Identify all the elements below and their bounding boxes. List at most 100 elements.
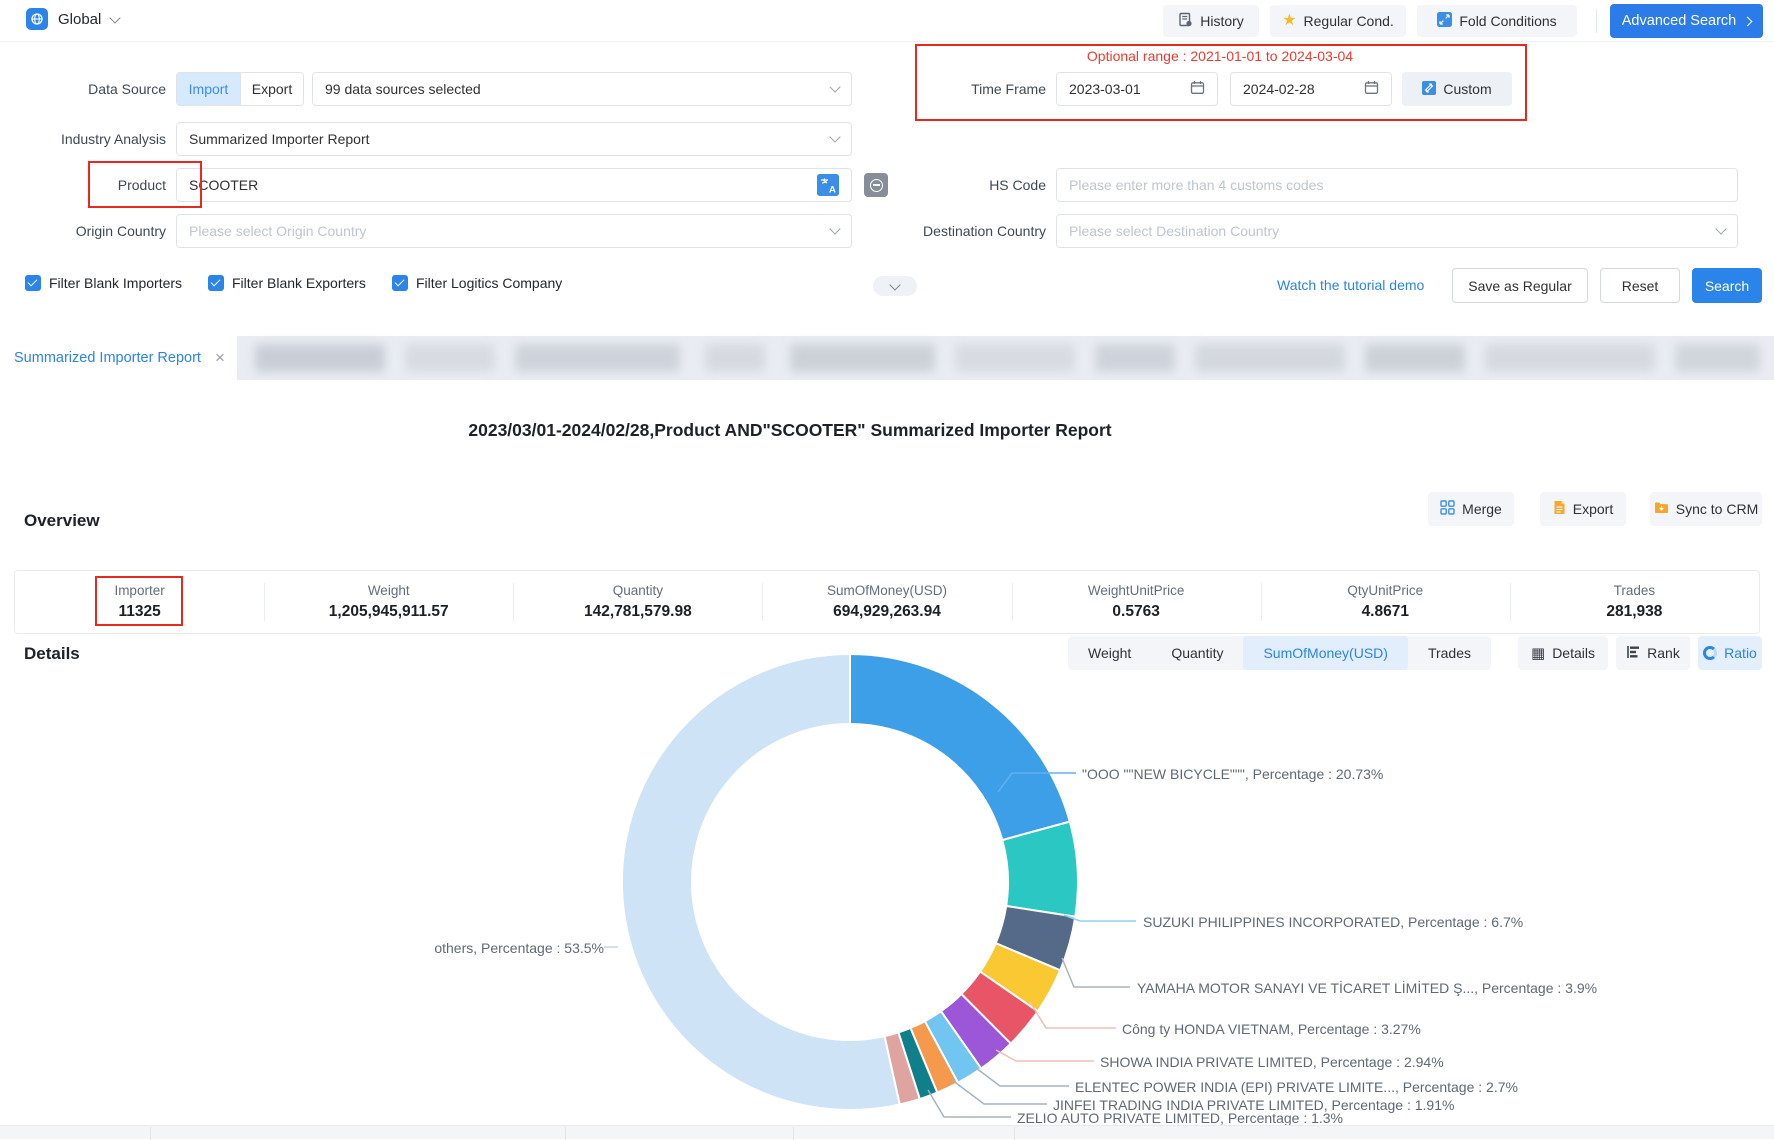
product-label: Product xyxy=(26,168,166,202)
data-sources-value: 99 data sources selected xyxy=(325,81,481,97)
filter-blank-importers-checkbox[interactable]: Filter Blank Importers xyxy=(25,275,182,291)
industry-analysis-label: Industry Analysis xyxy=(26,122,166,156)
optional-range-text: Optional range : 2021-01-01 to 2024-03-0… xyxy=(940,48,1500,64)
destination-country-label: Destination Country xyxy=(886,214,1046,248)
data-source-toggle: Import Export xyxy=(176,72,304,106)
overview-heading: Overview xyxy=(24,511,100,531)
checkbox-checked-icon xyxy=(25,275,41,291)
stat-trades: Trades281,938 xyxy=(1510,571,1759,633)
merge-icon xyxy=(1440,500,1455,518)
tab-import[interactable]: Import xyxy=(177,73,240,105)
stat-importer: Importer11325 xyxy=(15,571,264,633)
date-from-input[interactable] xyxy=(1069,81,1190,97)
app-root: Global History ★ Regular Cond. Fold Cond… xyxy=(0,0,1774,1139)
table-column-divider xyxy=(793,1127,794,1140)
calendar-icon[interactable] xyxy=(1364,80,1379,98)
custom-label: Custom xyxy=(1443,81,1491,97)
data-sources-select[interactable]: 99 data sources selected xyxy=(312,72,852,106)
overview-stats-card: Importer11325 Weight1,205,945,911.57 Qua… xyxy=(14,570,1760,634)
stat-label: Weight xyxy=(368,583,410,598)
pie-slice-0[interactable] xyxy=(850,654,1070,840)
chevron-down-icon xyxy=(110,12,121,23)
export-button[interactable]: Export xyxy=(1540,492,1626,526)
search-button[interactable]: Search xyxy=(1692,268,1762,303)
stat-value: 0.5763 xyxy=(1112,603,1159,621)
destination-country-select[interactable]: Please select Destination Country xyxy=(1056,214,1738,248)
sync-to-crm-button[interactable]: Sync to CRM xyxy=(1650,492,1762,526)
report-title: 2023/03/01-2024/02/28,Product AND"SCOOTE… xyxy=(0,420,1580,441)
filter-blank-exporters-checkbox[interactable]: Filter Blank Exporters xyxy=(208,275,366,291)
chart-label: SUZUKI PHILIPPINES INCORPORATED, Percent… xyxy=(1143,914,1523,930)
censored-content xyxy=(1365,344,1465,372)
destination-country-placeholder: Please select Destination Country xyxy=(1069,223,1279,239)
translate-icon[interactable]: A xyxy=(817,174,839,196)
region-label: Global xyxy=(58,11,101,28)
collapse-form-button[interactable] xyxy=(873,276,917,296)
chevron-right-icon xyxy=(1743,16,1753,26)
calendar-icon[interactable] xyxy=(1190,80,1205,98)
chart-label: SHOWA INDIA PRIVATE LIMITED, Percentage … xyxy=(1100,1054,1444,1070)
folder-icon xyxy=(1654,501,1669,517)
censored-content xyxy=(255,344,385,372)
checkbox-checked-icon xyxy=(208,275,224,291)
table-header-strip xyxy=(0,1125,1774,1139)
export-file-icon xyxy=(1553,500,1566,518)
merge-label: Merge xyxy=(1462,501,1502,517)
stat-label: Trades xyxy=(1614,583,1656,598)
hs-code-label: HS Code xyxy=(886,168,1046,202)
filter-blank-importers-label: Filter Blank Importers xyxy=(49,275,182,291)
product-input-wrap: A xyxy=(176,168,852,202)
custom-range-button[interactable]: Custom xyxy=(1402,72,1512,106)
donut-slices xyxy=(622,654,1078,1110)
chevron-down-icon xyxy=(889,279,900,290)
result-tab-strip xyxy=(0,336,1774,380)
chevron-down-icon xyxy=(1715,223,1726,234)
tab-title: Summarized Importer Report xyxy=(14,350,201,366)
stat-value: 4.8671 xyxy=(1362,603,1409,621)
industry-analysis-select[interactable]: Summarized Importer Report xyxy=(176,122,852,156)
close-icon[interactable]: × xyxy=(215,348,225,368)
fold-icon xyxy=(1437,12,1452,30)
stat-label: Quantity xyxy=(613,583,663,598)
fold-conditions-button[interactable]: Fold Conditions xyxy=(1417,5,1577,37)
chart-label: YAMAHA MOTOR SANAYI VE TİCARET LİMİTED Ş… xyxy=(1137,980,1597,996)
tab-export[interactable]: Export xyxy=(240,73,303,105)
product-input[interactable] xyxy=(189,177,817,193)
chart-label: ZELIO AUTO PRIVATE LIMITED, Percentage :… xyxy=(1017,1110,1343,1126)
tutorial-link[interactable]: Watch the tutorial demo xyxy=(1277,277,1424,293)
stat-weight-unit-price: WeightUnitPrice0.5763 xyxy=(1012,571,1261,633)
filter-logitics-company-checkbox[interactable]: Filter Logitics Company xyxy=(392,275,562,291)
tab-summarized-importer-report[interactable]: Summarized Importer Report × xyxy=(0,336,237,380)
exact-match-icon[interactable] xyxy=(864,173,888,197)
history-icon xyxy=(1178,12,1193,30)
stat-label: SumOfMoney(USD) xyxy=(827,583,947,598)
chevron-down-icon xyxy=(829,81,840,92)
table-column-divider xyxy=(1014,1127,1015,1140)
save-as-regular-button[interactable]: Save as Regular xyxy=(1452,268,1588,303)
stat-qty-unit-price: QtyUnitPrice4.8671 xyxy=(1261,571,1510,633)
reset-button[interactable]: Reset xyxy=(1600,268,1680,303)
history-button[interactable]: History xyxy=(1163,5,1259,37)
censored-content xyxy=(705,344,765,372)
top-bar: Global History ★ Regular Cond. Fold Cond… xyxy=(0,0,1774,42)
table-column-divider xyxy=(150,1127,151,1140)
hs-code-input[interactable] xyxy=(1069,177,1725,193)
origin-country-select[interactable]: Please select Origin Country xyxy=(176,214,852,248)
date-to-wrap xyxy=(1230,72,1392,106)
censored-content xyxy=(1195,344,1345,372)
stat-label: Importer xyxy=(114,583,164,598)
stat-value: 142,781,579.98 xyxy=(584,603,692,621)
date-to-input[interactable] xyxy=(1243,81,1364,97)
censored-content xyxy=(515,344,680,372)
censored-content xyxy=(405,344,495,372)
chart-label-others: others, Percentage : 53.5% xyxy=(300,940,604,956)
region-selector[interactable]: Global xyxy=(26,8,119,30)
advanced-search-label: Advanced Search xyxy=(1622,13,1736,29)
chart-label: "OOO ""NEW BICYCLE""", Percentage : 20.7… xyxy=(1082,766,1383,782)
regular-cond-button[interactable]: ★ Regular Cond. xyxy=(1270,5,1406,37)
fold-conditions-label: Fold Conditions xyxy=(1459,13,1556,29)
filter-blank-exporters-label: Filter Blank Exporters xyxy=(232,275,366,291)
advanced-search-button[interactable]: Advanced Search xyxy=(1610,4,1763,38)
merge-button[interactable]: Merge xyxy=(1428,492,1514,526)
importer-ratio-chart xyxy=(0,640,1774,1125)
